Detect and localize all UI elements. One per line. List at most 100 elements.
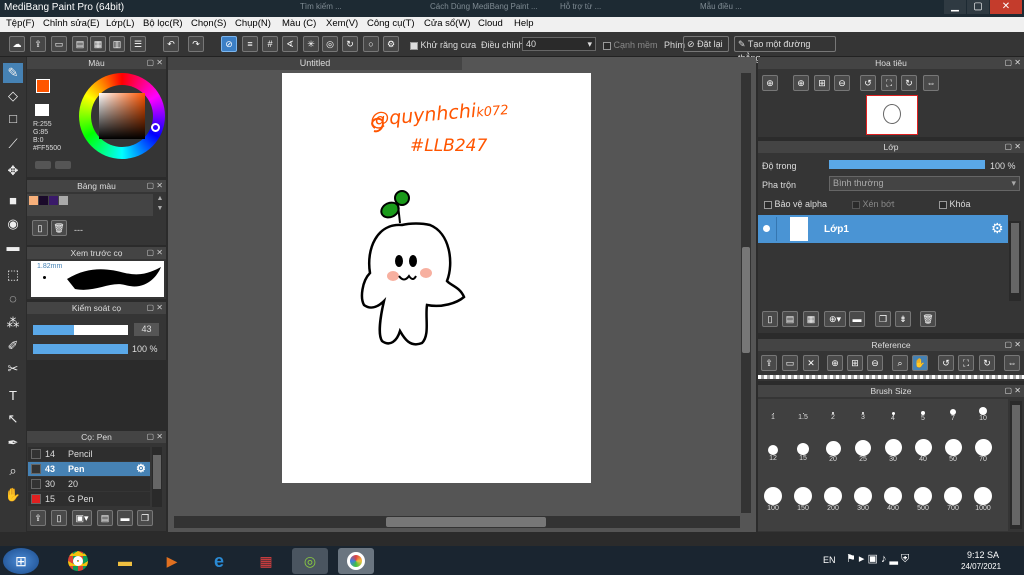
new-brush-icon[interactable]: ▯	[51, 510, 67, 526]
alpha-protect-checkbox[interactable]	[764, 200, 772, 209]
media-player-icon[interactable]: ▶	[154, 548, 190, 574]
share-icon[interactable]: ⇪	[30, 36, 46, 52]
redo-icon[interactable]: ↷	[188, 36, 204, 52]
brush-size-option[interactable]: 1	[758, 401, 788, 421]
brush-item[interactable]: 14 Pencil	[28, 447, 150, 461]
clock-time[interactable]: 9:12 SA	[967, 550, 999, 560]
soft-edge-checkbox[interactable]	[603, 41, 611, 50]
menu-filter[interactable]: Bộ lọc(R)	[143, 18, 183, 29]
clipping-checkbox[interactable]	[852, 200, 860, 209]
hue-marker[interactable]	[151, 123, 160, 132]
bucket-icon[interactable]: ◉	[3, 214, 23, 234]
brush-size-option[interactable]: 150	[788, 487, 818, 512]
brush-list-scrollbar[interactable]	[152, 447, 162, 507]
panel-close-icon[interactable]: ▢ ✕	[1005, 385, 1021, 397]
antialias-checkbox[interactable]	[410, 41, 418, 50]
snap-off-icon[interactable]: ⊘	[221, 36, 237, 52]
folder-icon[interactable]: ▬	[117, 510, 133, 526]
brush-size-option[interactable]: 5	[908, 401, 938, 422]
grid-snap-icon[interactable]: #	[262, 36, 278, 52]
panel-close-icon[interactable]: ▢ ✕	[1005, 57, 1021, 69]
upload-icon[interactable]: ⇪	[761, 355, 777, 371]
perspective-icon[interactable]: ∢	[282, 36, 298, 52]
menu-color[interactable]: Màu (C)	[282, 18, 316, 29]
panel-close-icon[interactable]: ▢ ✕	[1005, 339, 1021, 351]
rotate-right-icon[interactable]: ↻	[901, 75, 917, 91]
panel-close-icon[interactable]: ▢ ✕	[1005, 141, 1021, 153]
select-rect-icon[interactable]: ⬚	[3, 265, 23, 285]
brush-size-option[interactable]: 500	[908, 487, 938, 512]
cloud-icon[interactable]: ☁	[9, 36, 25, 52]
layer-row[interactable]: Lớp1 ⚙	[758, 215, 1008, 243]
page-icon[interactable]: ▦	[90, 36, 106, 52]
panel-close-icon[interactable]: ▢ ✕	[147, 302, 163, 314]
eyedropper-icon[interactable]: ⌕	[3, 461, 23, 481]
brush-size-option[interactable]: 30	[878, 439, 908, 463]
close-button[interactable]: ✕	[990, 0, 1022, 14]
main-color-swatch[interactable]	[36, 79, 50, 93]
chrome-icon[interactable]	[60, 548, 96, 574]
brush-size-option[interactable]: 4	[878, 401, 908, 422]
trash-icon[interactable]: 🗑	[51, 220, 67, 236]
new-layer-icon[interactable]: ▯	[762, 311, 778, 327]
select-eraser-icon[interactable]: ✂	[3, 359, 23, 379]
brush-size-option[interactable]: 40	[908, 439, 938, 463]
palette-swatch[interactable]	[59, 196, 68, 205]
panel-close-icon[interactable]: ▢ ✕	[147, 57, 163, 69]
eraser-tool-icon[interactable]: ◇	[3, 86, 23, 106]
parallel-snap-icon[interactable]: ≡	[242, 36, 258, 52]
palette-swatch[interactable]	[39, 196, 48, 205]
eye-icon[interactable]	[763, 225, 770, 232]
brush-size-scrollbar[interactable]	[1010, 401, 1022, 529]
folder-icon[interactable]: ▬	[849, 311, 865, 327]
brush-size-value[interactable]: 43	[134, 323, 159, 336]
brush-size-option[interactable]: 1000	[968, 487, 998, 512]
rotate-right-icon[interactable]: ↻	[979, 355, 995, 371]
brush-size-option[interactable]: 70	[968, 439, 998, 463]
brush-size-option[interactable]: 3	[848, 401, 878, 421]
gear-icon[interactable]: ⚙	[383, 36, 399, 52]
brush-menu-icon[interactable]: ▣▾	[72, 510, 92, 526]
brush-size-option[interactable]: 300	[848, 487, 878, 512]
menu-layer[interactable]: Lớp(L)	[106, 18, 134, 29]
flip-icon[interactable]: ⇔	[923, 75, 939, 91]
brush-tool-icon[interactable]: ✎	[3, 63, 23, 83]
zoom-in-icon[interactable]: ⊕	[793, 75, 809, 91]
brush-size-option[interactable]: 400	[878, 487, 908, 512]
layer-name[interactable]: Lớp1	[824, 224, 849, 235]
palette-swatch[interactable]	[29, 196, 38, 205]
medibang-taskbar-icon[interactable]	[338, 548, 374, 574]
hue-wheel[interactable]	[79, 73, 165, 159]
fit-window-icon[interactable]: ⛶	[881, 75, 897, 91]
straight-line-button[interactable]: ✎ Tạo một đường thẳng	[734, 36, 836, 63]
internet-explorer-icon[interactable]: e	[201, 548, 237, 574]
radial-snap-icon[interactable]: ✳	[303, 36, 319, 52]
panel-close-icon[interactable]: ▢ ✕	[147, 247, 163, 259]
new-page-icon[interactable]: ▯	[32, 220, 48, 236]
add-brush-icon[interactable]: ⇪	[30, 510, 46, 526]
menu-file[interactable]: Tệp(F)	[6, 18, 35, 29]
minimize-button[interactable]: ▁	[944, 0, 966, 14]
pages-icon[interactable]: ▥	[109, 36, 125, 52]
brush-size-option[interactable]: 12	[758, 443, 788, 463]
brush-item[interactable]: 30 20	[28, 477, 150, 491]
brush-size-option[interactable]: 200	[818, 487, 848, 512]
menu-snap[interactable]: Chụp(N)	[235, 18, 271, 29]
color-swap-button[interactable]	[55, 161, 71, 169]
blend-select[interactable]: Bình thường ▾	[829, 176, 1020, 191]
brush-opacity-slider[interactable]	[33, 344, 128, 354]
line-tool-icon[interactable]: ⟋	[3, 134, 23, 154]
panel-close-icon[interactable]: ▢ ✕	[147, 431, 163, 443]
trash-icon[interactable]: 🗑	[920, 311, 936, 327]
tray-icons[interactable]: ⚑ ▸ ▣ ♪ ▂ ⛨	[846, 552, 909, 566]
add-layer-menu-icon[interactable]: ⊕▾	[824, 311, 846, 327]
flip-icon[interactable]: ⇔	[1004, 355, 1020, 371]
brush-item-selected[interactable]: 43 Pen ⚙	[28, 462, 150, 476]
gear-icon[interactable]: ⚙	[136, 462, 146, 475]
lasso-icon[interactable]: ◌	[3, 289, 23, 309]
lock-checkbox[interactable]	[939, 200, 947, 209]
hand-icon[interactable]: ✋	[912, 355, 928, 371]
select-pen-icon[interactable]: ✐	[3, 336, 23, 356]
menu-help[interactable]: Help	[514, 18, 534, 29]
list-icon[interactable]: ☰	[130, 36, 146, 52]
